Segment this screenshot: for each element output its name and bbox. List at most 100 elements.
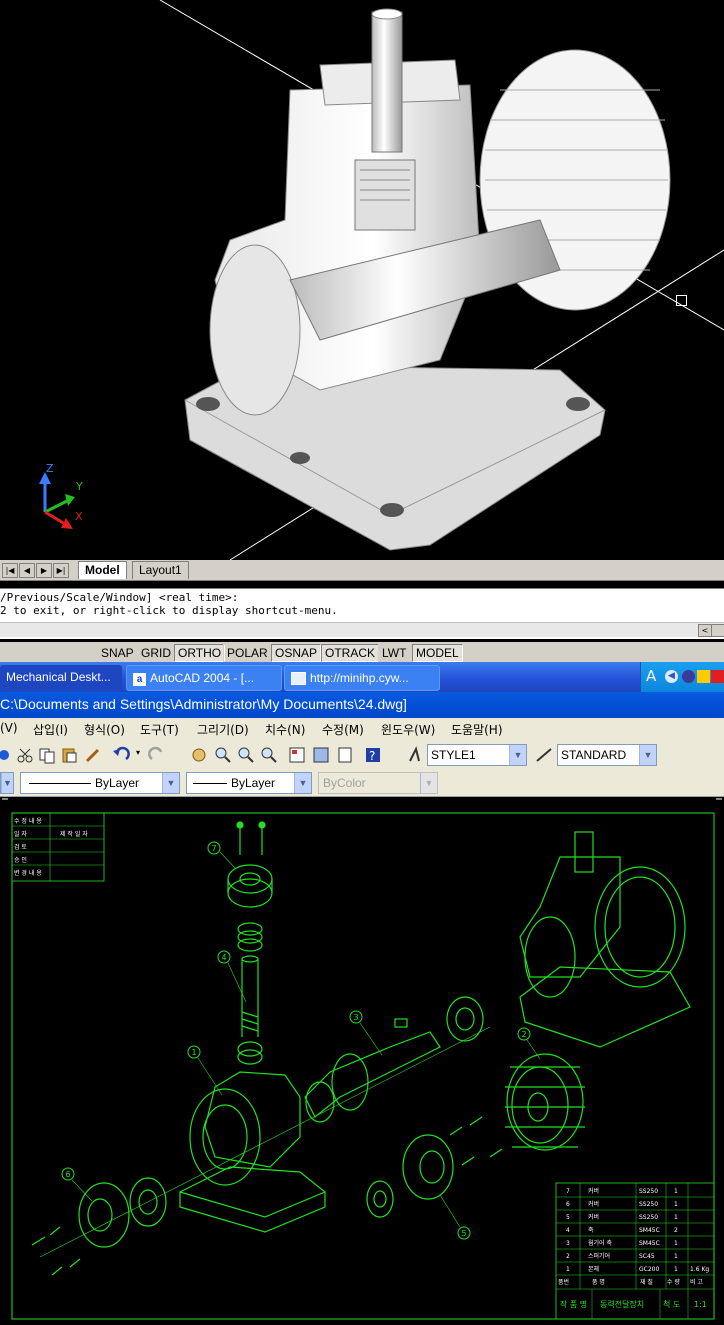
row-6-name: 커버 [588, 1200, 599, 1208]
linetype-select[interactable]: ByLayer ▼ [20, 772, 180, 794]
zoom-window-icon[interactable] [237, 746, 255, 764]
row-6-qty: 1 [674, 1201, 678, 1208]
row-2-name: 스퍼기어 [588, 1252, 610, 1260]
row-2-no: 2 [566, 1253, 570, 1260]
next-tab-button[interactable]: ▶ [36, 563, 52, 578]
row-5-mat: SS250 [639, 1214, 658, 1221]
status-snap-button[interactable]: SNAP [97, 644, 138, 662]
menu-window[interactable]: 윈도우(W) [381, 721, 435, 738]
match-properties-icon[interactable] [84, 746, 102, 764]
footer-scale: 1:1 [694, 1300, 707, 1309]
properties-icon[interactable] [288, 746, 306, 764]
shaded-model [159, 0, 724, 561]
last-tab-button[interactable]: ▶| [53, 563, 69, 578]
menu-insert[interactable]: 삽입(I) [33, 721, 68, 738]
scroll-left-button[interactable]: < [698, 624, 712, 637]
status-lwt-button[interactable]: LWT [378, 644, 411, 662]
status-polar-button[interactable]: POLAR [223, 644, 272, 662]
system-tray: A ◀ [640, 662, 724, 692]
viewport-layout-drawing[interactable]: 수 정 내 용 일 자 검 토 승 인 변 경 내 용 제 작 일 자 7 4 … [0, 797, 724, 1322]
tray-network-icon[interactable] [682, 670, 695, 683]
revision-title: 수 정 내 용 [14, 817, 42, 825]
ucs-x-label: X [75, 510, 83, 523]
taskbar-item-autocad[interactable]: a AutoCAD 2004 - [... [126, 665, 282, 691]
copy-icon[interactable] [38, 746, 56, 764]
tab-layout1[interactable]: Layout1 [132, 561, 189, 579]
balloon-7: 7 [211, 844, 216, 853]
menu-format[interactable]: 형식(O) [84, 721, 125, 738]
first-tab-button[interactable]: |◀ [2, 563, 18, 578]
prev-tab-button[interactable]: ◀ [19, 563, 35, 578]
plotstyle-select: ByColor ▼ [318, 772, 438, 794]
balloon-6: 6 [65, 1170, 70, 1179]
text-style-value: STYLE1 [431, 748, 476, 762]
cut-icon[interactable] [16, 746, 34, 764]
chevron-down-icon: ▼ [639, 745, 656, 765]
lineweight-select[interactable]: ByLayer ▼ [186, 772, 312, 794]
window-title: C:\Documents and Settings\Administrator\… [0, 696, 407, 712]
zoom-realtime-icon[interactable] [214, 746, 232, 764]
taskbar-item-mechanical-desktop[interactable]: Mechanical Deskt... [0, 665, 122, 689]
help-icon[interactable]: ? [364, 746, 382, 764]
status-ortho-button[interactable]: ORTHO [174, 644, 226, 662]
status-grid-button[interactable]: GRID [137, 644, 175, 662]
part-spur-gear [505, 1053, 585, 1151]
row-1-mat: GC200 [639, 1266, 659, 1273]
dimension-style-icon[interactable] [535, 746, 553, 764]
part-bearing-right [446, 996, 484, 1042]
text-style-select[interactable]: STYLE1 ▼ [427, 744, 527, 766]
iso-view-thumbnail [519, 831, 691, 1048]
row-7-mat: SS250 [639, 1188, 658, 1195]
command-scrollbar[interactable]: < [0, 622, 724, 637]
chevron-down-icon: ▼ [420, 773, 437, 793]
menu-bar: (V) 삽입(I) 형식(O) 도구(T) 그리기(D) 치수(N) 수정(M)… [0, 718, 724, 741]
taskbar-item-browser[interactable]: http://minihp.cyw... [284, 665, 440, 691]
menu-modify[interactable]: 수정(M) [322, 721, 364, 738]
tool-palettes-icon[interactable] [336, 746, 354, 764]
screws-top [236, 821, 266, 855]
taskbar-item-label: AutoCAD 2004 - [... [150, 671, 255, 685]
text-style-icon[interactable] [407, 746, 425, 764]
tray-collapse-icon[interactable]: ◀ [665, 670, 678, 683]
layer-select[interactable]: ▼ [0, 772, 14, 794]
window-title-bar[interactable]: C:\Documents and Settings\Administrator\… [0, 692, 724, 718]
language-indicator[interactable]: A [646, 667, 656, 685]
revision-review: 검 토 [14, 844, 27, 851]
menu-help[interactable]: 도움말(H) [451, 721, 503, 738]
row-7-qty: 1 [674, 1188, 678, 1195]
viewport-3d[interactable]: Z Y X [0, 0, 724, 561]
pan-realtime-icon[interactable] [190, 746, 208, 764]
status-otrack-button[interactable]: OTRACK [321, 644, 380, 662]
tray-alert-icon[interactable] [711, 670, 724, 683]
tab-model[interactable]: Model [78, 561, 127, 579]
menu-dimension[interactable]: 치수(N) [265, 721, 305, 738]
row-4-qty: 2 [674, 1227, 678, 1234]
row-1-qty: 1 [674, 1266, 678, 1273]
header-name: 품 명 [592, 1278, 605, 1286]
paste-icon[interactable] [60, 746, 78, 764]
redo-icon[interactable] [148, 746, 166, 764]
header-no: 품번 [558, 1278, 569, 1286]
chevron-down-icon: ▼ [162, 773, 179, 793]
scroll-right-button[interactable] [711, 624, 724, 637]
tray-shield-icon[interactable] [697, 670, 710, 683]
undo-dropdown-icon[interactable]: ▾ [136, 748, 140, 757]
status-osnap-button[interactable]: OSNAP [271, 644, 322, 662]
dimension-style-select[interactable]: STANDARD ▼ [557, 744, 657, 766]
svg-text:?: ? [369, 749, 375, 763]
row-4-mat: SM45C [639, 1227, 660, 1234]
ucs-icon [39, 472, 75, 529]
menu-view[interactable]: (V) [0, 721, 18, 735]
row-3-name: 웜기어 축 [588, 1239, 612, 1247]
linetype-value: ByLayer [95, 776, 140, 790]
design-center-icon[interactable] [312, 746, 330, 764]
menu-tools[interactable]: 도구(T) [140, 721, 179, 738]
undo-icon[interactable] [112, 746, 130, 764]
status-model-button[interactable]: MODEL [412, 644, 463, 662]
row-1-no: 1 [566, 1266, 570, 1273]
menu-draw[interactable]: 그리기(D) [197, 721, 249, 738]
status-bar: SNAP GRID ORTHO POLAR OSNAP OTRACK LWT M… [0, 642, 724, 662]
zoom-previous-icon[interactable] [260, 746, 278, 764]
balloon-5: 5 [461, 1229, 466, 1238]
row-7-no: 7 [566, 1188, 570, 1195]
